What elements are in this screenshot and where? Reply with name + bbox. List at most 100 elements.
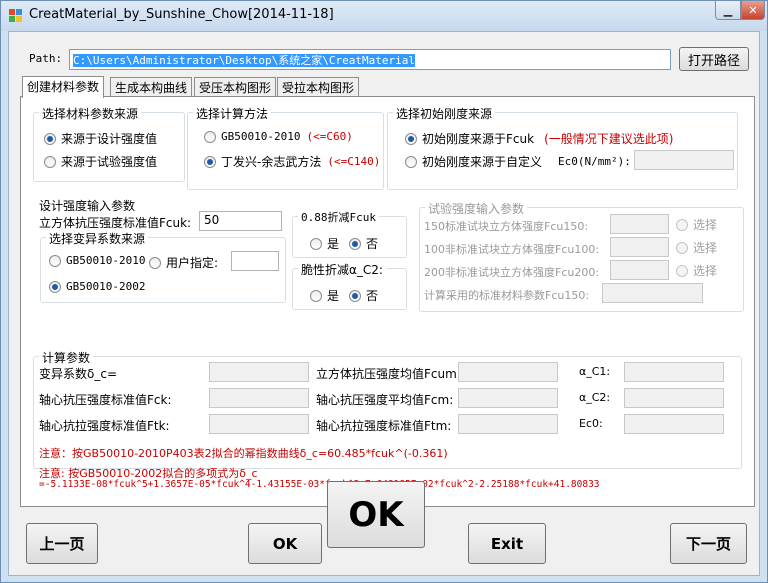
close-icon: ✕: [748, 3, 758, 17]
path-input[interactable]: C:\Users\Administrator\Desktop\系统之家\Crea…: [69, 49, 671, 70]
method-ding-note: (<=C140): [327, 155, 381, 168]
variation-coef-label: 变异系数δ_c=: [39, 367, 117, 381]
variation-group-title: 选择变异系数来源: [46, 230, 149, 247]
open-path-button[interactable]: 打开路径: [679, 47, 749, 71]
ftm-label: 轴心抗拉强度标准值Ftm:: [316, 419, 452, 433]
radio-label: 选择: [693, 264, 718, 278]
app-icon: [9, 9, 23, 23]
radio-icon: [44, 155, 56, 168]
reduce088-title: 0.88折减Fcuk: [298, 209, 379, 225]
reduce088-no-radio[interactable]: 否: [349, 235, 378, 252]
radio-label: 是: [327, 289, 340, 303]
radio-label: 来源于设计强度值: [61, 132, 158, 146]
radio-icon: [676, 264, 688, 277]
variation-gb2010-radio[interactable]: GB50010-2010: [49, 254, 145, 267]
alpha-c1-value: [624, 362, 724, 382]
prev-page-button[interactable]: 上一页: [26, 523, 98, 564]
fck-label: 轴心抗压强度标准值Fck:: [39, 393, 172, 407]
method-group: 选择计算方法 GB50010-2010 (<=C60) 丁发兴-余志武方法 (<=C…: [187, 105, 384, 190]
test-group: 试验强度输入参数 150标准试块立方体强度Fcu150: 选择 100非标准试块…: [419, 200, 744, 312]
radio-selected-icon: [49, 280, 61, 293]
path-label: Path:: [29, 52, 63, 65]
brittle-yes-radio[interactable]: 是: [310, 287, 339, 304]
radio-icon: [676, 218, 688, 231]
fcuk-input[interactable]: 50: [199, 211, 282, 231]
next-page-button[interactable]: 下一页: [670, 523, 747, 564]
source-design-radio[interactable]: 来源于设计强度值: [44, 130, 157, 147]
fcu150-input[interactable]: [610, 214, 669, 234]
fcum-label: 立方体抗压强度均值Fcum:: [316, 367, 461, 381]
alpha-c2-value: [624, 388, 724, 408]
fcu150-select-radio[interactable]: 选择: [676, 216, 717, 233]
test-group-title: 试验强度输入参数: [425, 200, 528, 217]
fcu100-select-radio[interactable]: 选择: [676, 239, 717, 256]
method-gb2010-radio[interactable]: GB50010-2010 (<=C60): [204, 130, 353, 143]
ftk-label: 轴心抗拉强度标准值Ftk:: [39, 419, 170, 433]
exit-button[interactable]: Exit: [468, 523, 546, 564]
ec0-input[interactable]: [634, 150, 734, 170]
ec0-label: Ec0(N/mm²):: [558, 155, 631, 168]
alpha-c2-label: α_C2:: [579, 391, 611, 404]
ok-small-button[interactable]: OK: [248, 523, 322, 564]
fcm-label: 轴心抗压强度平均值Fcm:: [316, 393, 454, 407]
radio-label: 是: [327, 237, 340, 251]
stiffness-group-title: 选择初始刚度来源: [393, 105, 496, 122]
computed-fcu150-label: 计算采用的标准材料参数Fcu150:: [424, 289, 590, 302]
stiffness-custom-radio[interactable]: 初始刚度来源于自定义 Ec0(N/mm²):: [405, 153, 631, 170]
minimize-button[interactable]: ▁: [715, 1, 741, 20]
tab-panel: 选择材料参数来源 来源于设计强度值 来源于试验强度值 选择计算方法 GB5001…: [20, 96, 755, 507]
stiffness-fcuk-radio[interactable]: 初始刚度来源于Fcuk (一般情况下建议选此项): [405, 130, 673, 147]
alpha-c1-label: α_C1:: [579, 365, 611, 378]
fcu150-label: 150标准试块立方体强度Fcu150:: [424, 220, 589, 233]
source-group-title: 选择材料参数来源: [39, 105, 142, 122]
design-title: 设计强度输入参数: [39, 199, 136, 213]
fcu100-label: 100非标准试块立方体强度Fcu100:: [424, 243, 600, 256]
fcum-value: [458, 362, 558, 382]
fcu100-input[interactable]: [610, 237, 669, 257]
ftm-value: [458, 414, 558, 434]
radio-icon: [49, 254, 61, 267]
brittle-no-radio[interactable]: 否: [349, 287, 378, 304]
fcu200-input[interactable]: [610, 260, 669, 280]
variation-user-radio[interactable]: 用户指定:: [149, 254, 218, 271]
radio-label: GB50010-2002: [66, 280, 146, 293]
radio-label: 用户指定:: [166, 256, 219, 270]
method-gb2010-note: (<=C60): [306, 130, 353, 143]
method-group-title: 选择计算方法: [193, 105, 272, 122]
ec0-calc-label: Ec0:: [579, 417, 603, 430]
tab-compression-graph[interactable]: 受压本构图形: [194, 77, 277, 96]
computed-fcu150-input[interactable]: [602, 283, 703, 303]
window-title: CreatMaterial_by_Sunshine_Chow[2014-11-1…: [29, 7, 334, 22]
client-area: Path: C:\Users\Administrator\Desktop\系统之…: [8, 31, 760, 576]
fcuk-label: 立方体抗压强度标准值Fcuk:: [39, 216, 192, 230]
stiffness-group: 选择初始刚度来源 初始刚度来源于Fcuk (一般情况下建议选此项) 初始刚度来源于…: [387, 105, 738, 190]
stiffness-note: (一般情况下建议选此项): [544, 132, 674, 146]
radio-icon: [310, 289, 322, 302]
fcu200-select-radio[interactable]: 选择: [676, 262, 717, 279]
reduce088-group: 0.88折减Fcuk 是 否: [292, 209, 407, 258]
tab-create-params[interactable]: 创建材料参数: [22, 76, 105, 98]
radio-icon: [405, 155, 417, 168]
method-ding-radio[interactable]: 丁发兴-余志武方法 (<=C140): [204, 153, 380, 170]
close-button[interactable]: ✕: [741, 1, 765, 20]
tab-tension-graph[interactable]: 受拉本构图形: [277, 77, 360, 96]
calc-group-title: 计算参数: [39, 349, 94, 366]
ec0-calc-value: [624, 414, 724, 434]
radio-label: GB50010-2010: [66, 254, 146, 267]
variation-group: 选择变异系数来源 GB50010-2010 用户指定: GB50010-2002: [40, 230, 286, 303]
user-variation-input[interactable]: [231, 251, 279, 271]
ok-big-button[interactable]: OK: [327, 481, 425, 548]
tab-generate-curve[interactable]: 生成本构曲线: [110, 77, 193, 96]
title-bar[interactable]: CreatMaterial_by_Sunshine_Chow[2014-11-1…: [1, 1, 767, 31]
radio-label: 初始刚度来源于Fcuk: [422, 132, 535, 146]
radio-label: 选择: [693, 218, 718, 232]
source-test-radio[interactable]: 来源于试验强度值: [44, 153, 157, 170]
note-gb2010: 注意：按GB50010-2010P403表2拟合的幂指数曲线δ_c=60.485…: [39, 447, 448, 460]
radio-selected-icon: [405, 132, 417, 145]
fcm-value: [458, 388, 558, 408]
radio-icon: [676, 241, 688, 254]
variation-gb2002-radio[interactable]: GB50010-2002: [49, 280, 145, 293]
radio-label: 丁发兴-余志武方法: [221, 155, 322, 169]
reduce088-yes-radio[interactable]: 是: [310, 235, 339, 252]
minimize-icon: ▁: [723, 3, 733, 17]
